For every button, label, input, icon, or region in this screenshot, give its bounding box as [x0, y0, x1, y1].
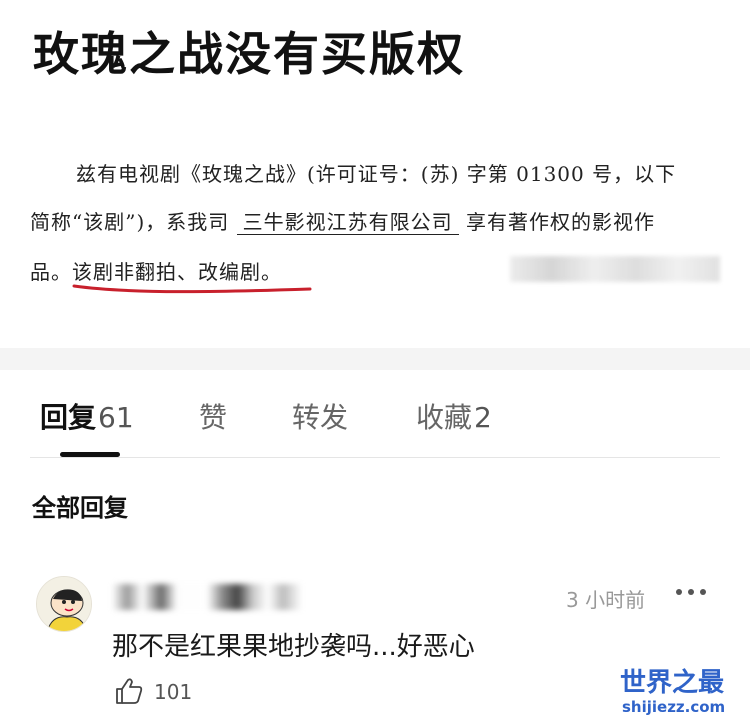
document-company-name: 三牛影视江苏有限公司	[236, 210, 459, 235]
tab-replies-label: 回复	[40, 401, 97, 434]
document-line-2-suffix: 享有著作权的影视作	[465, 210, 655, 234]
avatar[interactable]	[36, 576, 92, 632]
site-watermark: 世界之最 shijiezz.com	[620, 662, 746, 720]
tab-favorites-count: 2	[474, 401, 492, 434]
watermark-url: shijiezz.com	[622, 698, 726, 716]
tab-favorites[interactable]: 收藏2	[416, 396, 492, 436]
tab-likes[interactable]: 赞	[199, 396, 227, 436]
tab-shares[interactable]: 转发	[292, 396, 348, 436]
post-tabs: 回复61 赞 转发 收藏2	[0, 370, 750, 458]
document-line-1: 兹有电视剧《玫瑰之战》(许可证号：(苏) 字第 01300 号，以下	[76, 162, 677, 186]
tab-replies-count: 61	[98, 401, 134, 434]
tab-replies[interactable]: 回复61	[40, 396, 134, 436]
document-screenshot[interactable]: 兹有电视剧《玫瑰之战》(许可证号：(苏) 字第 01300 号，以下 简称“该剧…	[30, 140, 720, 315]
watermark-title: 世界之最	[620, 668, 725, 698]
comment-timestamp: 3 小时前	[566, 588, 646, 612]
blurred-region	[510, 256, 720, 282]
more-options-icon[interactable]	[674, 586, 708, 598]
section-divider	[0, 348, 750, 370]
tab-likes-label: 赞	[199, 401, 228, 434]
tabs-divider	[30, 457, 720, 458]
username-blurred[interactable]	[112, 584, 302, 610]
thumbs-up-icon[interactable]	[114, 676, 144, 706]
tab-favorites-label: 收藏	[416, 401, 473, 434]
document-line-2-prefix: 简称“该剧”)，系我司	[30, 210, 230, 234]
all-replies-heading: 全部回复	[32, 494, 128, 522]
document-line-2: 简称“该剧”)，系我司 三牛影视江苏有限公司 享有著作权的影视作	[30, 206, 655, 235]
avatar-cartoon-icon	[37, 577, 91, 631]
post-title: 玫瑰之战没有买版权	[33, 27, 465, 81]
tab-shares-label: 转发	[292, 401, 349, 434]
comment-text: 那不是红果果地抄袭吗...好恶心	[112, 632, 475, 662]
like-count: 101	[154, 680, 193, 704]
red-underline-mark	[72, 284, 312, 294]
